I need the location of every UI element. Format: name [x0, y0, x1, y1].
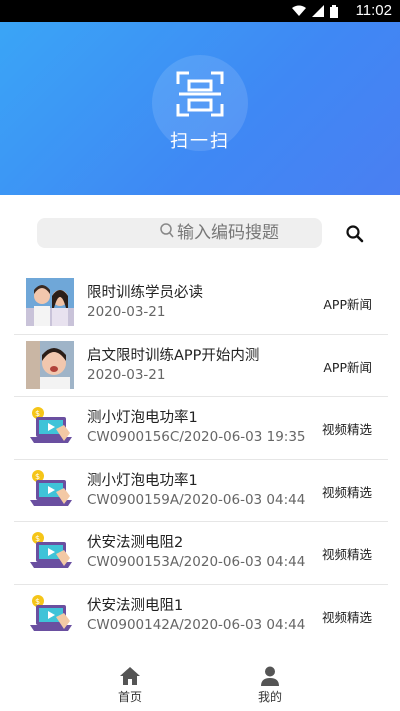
list-item[interactable]: $ 伏安法测电阻1 CW0900142A/2020-06-03 04:44: 视…: [14, 585, 388, 648]
nav-mine-label: 我的: [257, 690, 282, 704]
item-subtitle: 2020-03-21: [87, 304, 166, 320]
item-title: 测小灯泡电功率1: [87, 410, 198, 426]
battery-icon: [330, 5, 338, 18]
photo-students-icon: [26, 278, 74, 326]
laptop-video-icon: $: [30, 407, 72, 443]
user-icon: [261, 666, 279, 686]
scan-icon[interactable]: [175, 70, 225, 122]
search-input[interactable]: [177, 218, 317, 248]
scan-label[interactable]: 扫一扫: [0, 127, 400, 153]
item-tag: 视频精选: [321, 547, 372, 562]
status-bar: 11:02: [0, 0, 400, 22]
item-title: 启文限时训练APP开始内测: [87, 347, 260, 364]
svg-text:$: $: [35, 534, 40, 543]
item-subtitle: CW0900159A/2020-06-03 04:44:: [87, 491, 305, 508]
list-item[interactable]: $ 测小灯泡电功率1 CW0900159A/2020-06-03 04:44: …: [14, 460, 388, 522]
photo-student-cheer-icon: [26, 340, 74, 389]
item-tag: APP新闻: [323, 359, 372, 375]
item-subtitle: CW0900156C/2020-06-03 19:35:: [87, 429, 305, 445]
list-item[interactable]: 限时训练学员必读 2020-03-21 APP新闻: [14, 272, 388, 335]
nav-mine[interactable]: 我的: [235, 666, 305, 705]
laptop-video-icon: $: [30, 594, 72, 631]
clock: 11:02: [355, 2, 392, 19]
nav-home-label: 首页: [117, 690, 142, 704]
item-subtitle: CW0900153A/2020-06-03 04:44:: [87, 554, 305, 570]
svg-text:$: $: [35, 409, 40, 418]
svg-text:$: $: [35, 597, 40, 606]
item-title: 伏安法测电阻1: [87, 597, 184, 614]
home-icon: [120, 667, 140, 685]
item-title: 测小灯泡电功率1: [87, 472, 198, 489]
search-icon: [160, 223, 174, 238]
item-title: 限时训练学员必读: [87, 285, 203, 301]
list-item[interactable]: $ 伏安法测电阻2 CW0900153A/2020-06-03 04:44: 视…: [14, 522, 388, 585]
wifi-icon: [292, 5, 306, 16]
item-tag: 视频精选: [321, 609, 372, 625]
laptop-video-icon: $: [30, 469, 72, 506]
signal-icon: [312, 5, 324, 17]
item-tag: 视频精选: [321, 422, 372, 437]
nav-home[interactable]: 首页: [95, 666, 165, 705]
list-item[interactable]: $ 测小灯泡电功率1 CW0900156C/2020-06-03 19:35: …: [14, 397, 388, 460]
item-subtitle: 2020-03-21: [87, 366, 166, 383]
search-button-icon[interactable]: [344, 223, 366, 245]
bottom-nav: 首页 我的: [0, 664, 400, 711]
item-tag: APP新闻: [323, 297, 372, 312]
search-bar: [37, 218, 322, 248]
status-icons: [292, 5, 338, 18]
svg-text:$: $: [35, 472, 40, 481]
item-title: 伏安法测电阻2: [87, 535, 184, 551]
list-item[interactable]: 启文限时训练APP开始内测 2020-03-21 APP新闻: [14, 335, 388, 397]
hero-banner: 扫一扫: [0, 22, 400, 195]
item-tag: 视频精选: [321, 484, 372, 500]
laptop-video-icon: $: [30, 532, 72, 568]
content-list: 限时训练学员必读 2020-03-21 APP新闻 启文限时训练APP开始内测 …: [14, 272, 388, 647]
item-subtitle: CW0900142A/2020-06-03 04:44:: [87, 616, 305, 633]
